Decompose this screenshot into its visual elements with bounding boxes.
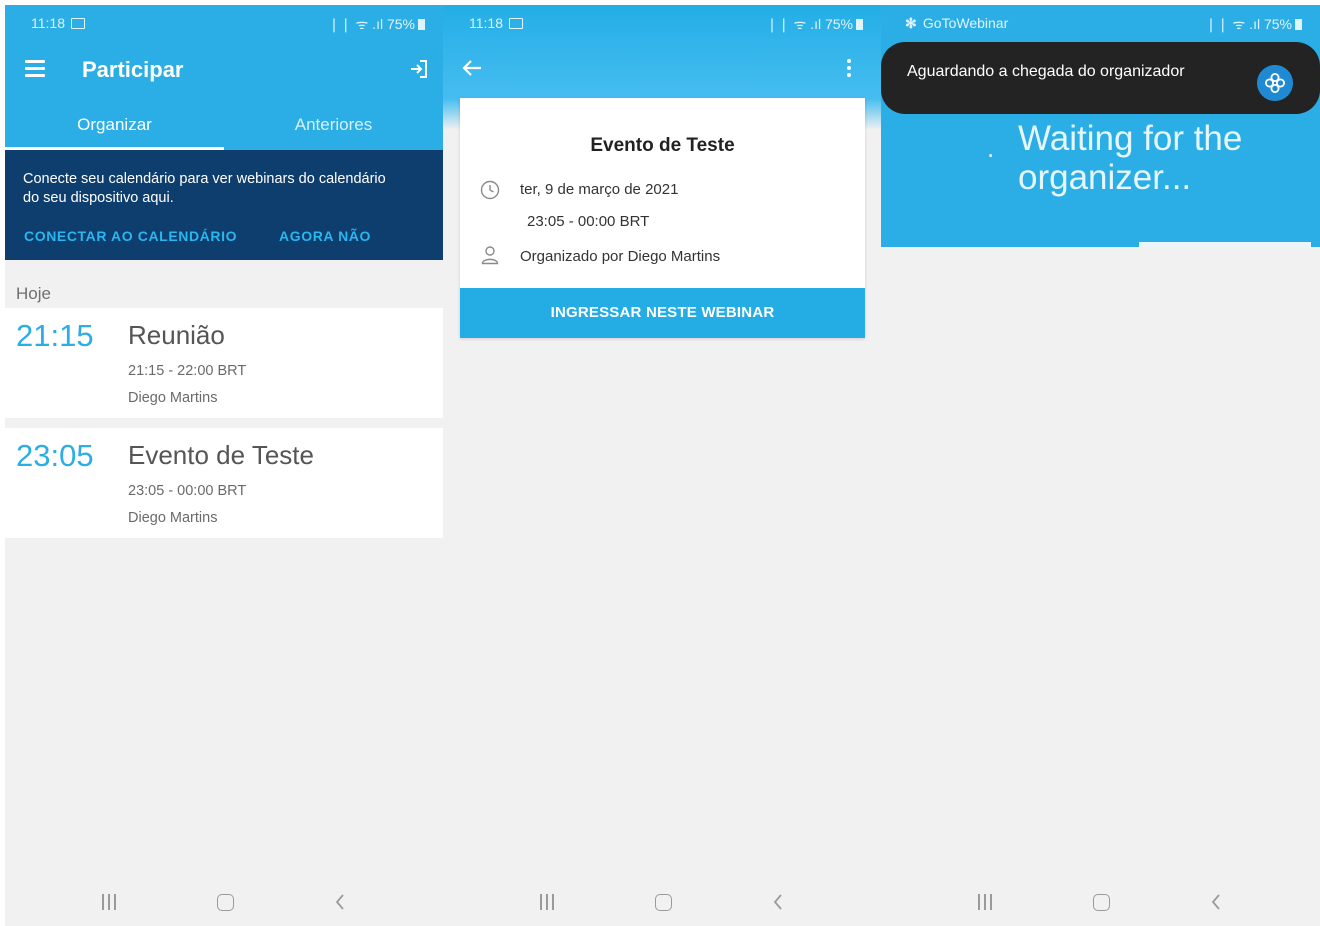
- event-range: 23:05 - 00:00 BRT: [128, 483, 247, 499]
- chevron-left-icon[interactable]: [332, 892, 348, 912]
- status-indicators: ❘❘ ᯤ .ıl 75%: [328, 15, 425, 34]
- system-nav-bar: [881, 880, 1320, 926]
- clock-icon: [480, 180, 500, 200]
- status-time: 11:18: [469, 15, 523, 31]
- event-title: Evento de Teste: [128, 440, 314, 470]
- chevron-left-icon[interactable]: [770, 892, 786, 912]
- tab-anteriores[interactable]: Anteriores: [224, 115, 443, 135]
- tab-organizar[interactable]: Organizar: [5, 115, 224, 135]
- waiting-toast: Aguardando a chegada do organizador: [881, 42, 1320, 114]
- event-time: 23:05: [16, 438, 94, 473]
- home-icon[interactable]: [217, 894, 234, 911]
- event-organizer: Diego Martins: [128, 390, 218, 406]
- system-nav-bar: [5, 880, 443, 926]
- waiting-header: ✻ GoToWebinar ❘❘ ᯤ .ıl 75% Aguardando a …: [881, 5, 1320, 247]
- gallery-icon: [509, 18, 523, 29]
- sign-in-icon[interactable]: [409, 58, 429, 80]
- home-icon[interactable]: [655, 894, 672, 911]
- waiting-screen: ✻ GoToWebinar ❘❘ ᯤ .ıl 75% Aguardando a …: [881, 5, 1320, 926]
- event-title: Reunião: [128, 320, 225, 350]
- person-icon: [481, 246, 499, 265]
- home-icon[interactable]: [1093, 894, 1110, 911]
- event-time: 21:15: [16, 318, 94, 353]
- gotowebinar-logo-icon[interactable]: [1257, 65, 1293, 101]
- join-webinar-button[interactable]: INGRESSAR NESTE WEBINAR: [460, 288, 865, 338]
- page-title: Participar: [82, 57, 184, 82]
- toast-text: Aguardando a chegada do organizador: [907, 63, 1185, 80]
- chevron-left-icon[interactable]: [1208, 892, 1224, 912]
- hamburger-icon[interactable]: [25, 60, 45, 77]
- participar-screen: 11:18 ❘❘ ᯤ .ıl 75% Participar Organizar …: [5, 5, 443, 926]
- calendar-banner-text: Conecte seu calendário para ver webinars…: [23, 171, 386, 206]
- battery-icon: [1295, 19, 1302, 30]
- system-nav-bar: [443, 880, 881, 926]
- event-range: 21:15 - 22:00 BRT: [128, 363, 247, 379]
- calendar-banner: Conecte seu calendário para ver webinars…: [5, 150, 443, 260]
- not-now-button[interactable]: AGORA NÃO: [279, 228, 371, 244]
- event-details-screen: 11:18 ❘❘ ᯤ .ıl 75% Evento de Teste ter, …: [443, 5, 881, 926]
- app-header: 11:18 ❘❘ ᯤ .ıl 75% Participar Organizar …: [5, 5, 443, 150]
- battery-icon: [856, 19, 863, 30]
- status-indicators: ❘❘ ᯤ .ıl 75%: [766, 15, 863, 34]
- recent-apps-icon[interactable]: [102, 894, 120, 910]
- battery-icon: [418, 19, 425, 30]
- event-organizer: Diego Martins: [128, 510, 218, 526]
- recent-apps-icon[interactable]: [540, 894, 558, 910]
- status-bar: ❘❘ ᯤ .ıl 75%: [881, 5, 1320, 40]
- event-card[interactable]: 21:15 Reunião 21:15 - 22:00 BRT Diego Ma…: [5, 308, 443, 418]
- event-date: ter, 9 de março de 2021: [520, 181, 679, 198]
- status-time: 11:18: [31, 15, 85, 31]
- status-indicators: ❘❘ ᯤ .ıl 75%: [1205, 15, 1302, 34]
- more-vert-icon[interactable]: [847, 59, 851, 77]
- status-bar: 11:18 ❘❘ ᯤ .ıl 75%: [5, 5, 443, 40]
- event-time-range: 23:05 - 00:00 BRT: [527, 213, 650, 230]
- section-label-today: Hoje: [16, 284, 51, 303]
- event-organizer: Organizado por Diego Martins: [520, 248, 721, 265]
- status-bar: 11:18 ❘❘ ᯤ .ıl 75%: [443, 5, 881, 40]
- gallery-icon: [71, 18, 85, 29]
- event-detail-card: Evento de Teste ter, 9 de março de 2021 …: [460, 98, 865, 338]
- progress-stripe: [1139, 242, 1311, 247]
- waiting-message: Waiting for the organizer...: [1018, 119, 1243, 197]
- event-title: Evento de Teste: [590, 135, 735, 156]
- recent-apps-icon[interactable]: [978, 894, 996, 910]
- connect-calendar-button[interactable]: CONECTAR AO CALENDÁRIO: [24, 228, 237, 244]
- event-card[interactable]: 23:05 Evento de Teste 23:05 - 00:00 BRT …: [5, 428, 443, 538]
- loading-dot: .: [987, 133, 995, 163]
- arrow-left-icon[interactable]: [461, 58, 483, 78]
